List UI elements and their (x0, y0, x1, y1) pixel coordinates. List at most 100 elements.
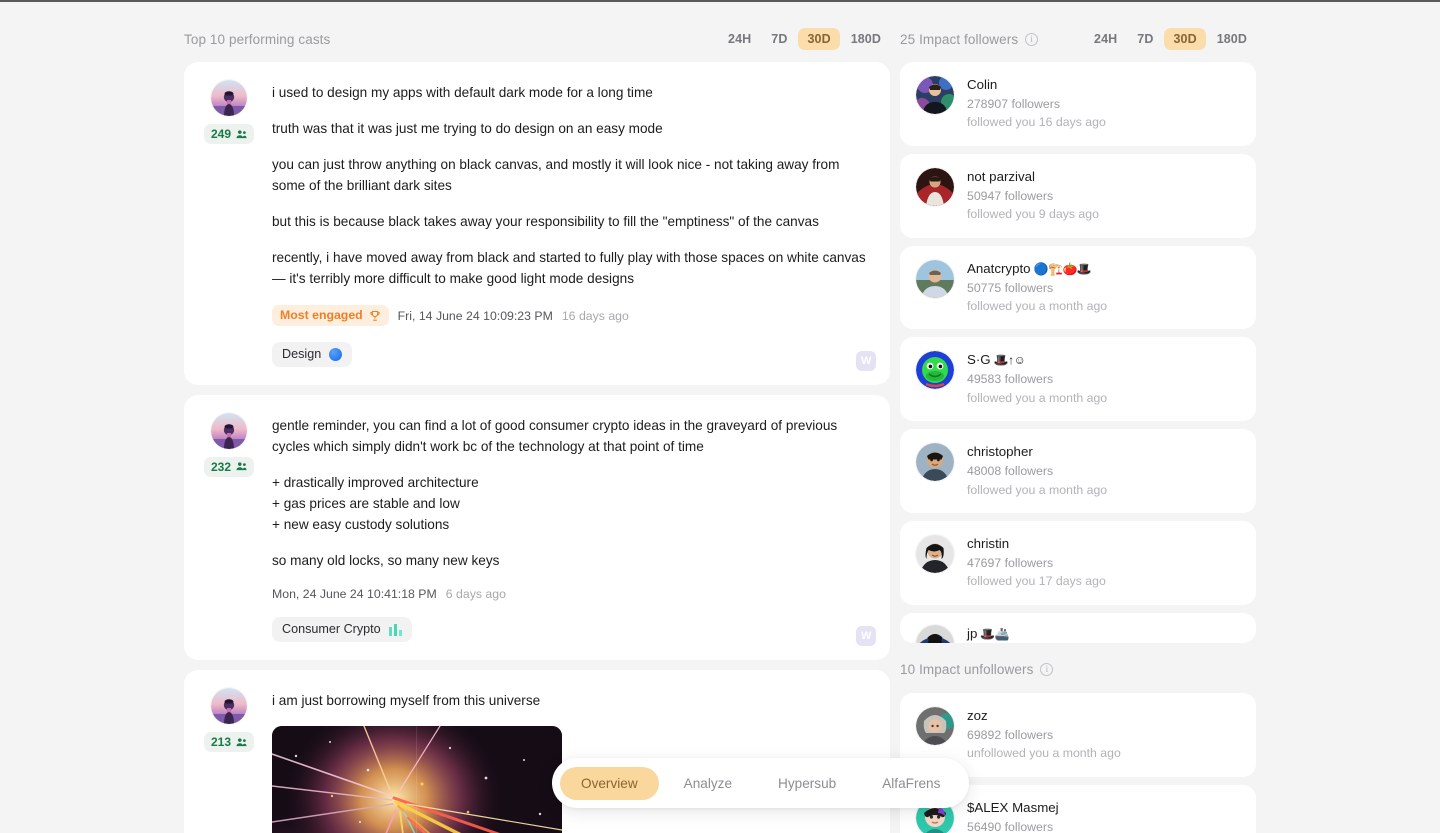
unfollower-info: $ALEX Masmej 56490 followers unfollowed … (967, 799, 1240, 833)
follower-name: christopher (967, 444, 1033, 460)
followers-range-selector[interactable]: 24H 7D 30D 180D (1085, 28, 1256, 50)
avatar-art (211, 412, 247, 449)
follower-info: not parzival 50947 followers followed yo… (967, 168, 1240, 224)
unfollower-name: $ALEX Masmej (967, 799, 1059, 815)
casts-range-180d[interactable]: 180D (842, 28, 890, 50)
warpcast-watermark-icon: W (856, 626, 876, 647)
cast-tag-chip[interactable]: Consumer Crypto (272, 617, 412, 643)
follower-name-emoji: 🎩↑☺ (993, 353, 1026, 368)
cast-meta-row: Most engaged Fri, 14 June 24 10:09:23 PM… (272, 305, 868, 326)
avatar-art (916, 259, 954, 298)
avatar[interactable] (916, 167, 954, 206)
avatar-art (211, 80, 247, 116)
avatar-art (916, 76, 954, 114)
follower-list-item[interactable]: jp 🎩🚢 (900, 612, 1256, 643)
top-casts-header: Top 10 performing casts 24H 7D 30D 180D (184, 26, 890, 52)
followers-range-30d[interactable]: 30D (1164, 28, 1206, 50)
cast-meta-row: Mon, 24 June 24 10:41:18 PM 6 days ago (272, 587, 868, 601)
follower-count: 47697 followers (967, 556, 1054, 570)
avatar[interactable] (916, 706, 954, 745)
followers-range-24h[interactable]: 24H (1085, 28, 1126, 50)
unfollower-count: 69892 followers (967, 727, 1054, 742)
unfollower-when: unfollowed you a month ago (967, 746, 1121, 761)
casts-range-7d[interactable]: 7D (762, 28, 796, 50)
avatar[interactable] (916, 351, 954, 390)
window-top-border (0, 0, 1440, 2)
avatar[interactable] (916, 535, 954, 574)
cast-card[interactable]: 232 gentle reminder, you can find a lot … (184, 394, 890, 661)
follower-name: Colin (967, 77, 998, 92)
cast-date: Fri, 14 June 24 10:09:23 PM (397, 308, 553, 323)
engagement-count-badge: 213 (203, 732, 255, 753)
follower-when: followed you a month ago (967, 299, 1108, 313)
follower-name: Anatcrypto (967, 260, 1031, 276)
cast-content: i used to design my apps with default da… (272, 80, 868, 367)
impact-followers-header: 25 Impact followers i 24H 7D 30D 180D (900, 26, 1256, 52)
followers-range-180d[interactable]: 180D (1208, 28, 1256, 50)
followers-range-7d[interactable]: 7D (1128, 28, 1162, 50)
cast-tag-row: Design (272, 341, 868, 367)
nav-tab-hypersub[interactable]: Hypersub (757, 767, 857, 800)
blue-circle-icon (329, 347, 343, 361)
avatar[interactable] (211, 688, 247, 725)
impact-followers-list[interactable]: Colin 278907 followers followed you 16 d… (900, 62, 1256, 643)
info-icon[interactable]: i (1025, 32, 1039, 46)
cast-tag-chip[interactable]: Design (272, 341, 353, 367)
avatar[interactable] (916, 76, 954, 114)
follower-count: 50947 followers (967, 188, 1054, 203)
follower-when: followed you a month ago (967, 482, 1108, 497)
follower-list-item[interactable]: not parzival 50947 followers followed yo… (900, 153, 1256, 238)
casts-range-24h[interactable]: 24H (719, 28, 760, 50)
cast-relative-time: 6 days ago (445, 587, 506, 602)
follower-list-item[interactable]: christin 47697 followers followed you 17… (900, 521, 1256, 605)
follower-list-item[interactable]: S·G 🎩↑☺ 49583 followers followed you a m… (900, 337, 1256, 422)
cast-tag-row: Consumer Crypto (272, 617, 868, 643)
people-icon (236, 462, 247, 471)
nav-tab-overview[interactable]: Overview (560, 766, 659, 800)
cast-paragraph: gentle reminder, you can find a lot of g… (272, 417, 838, 454)
impact-followers-column: 25 Impact followers i 24H 7D 30D 180D Co… (900, 26, 1256, 833)
avatar-art (916, 706, 954, 745)
cast-paragraph: truth was that it was just me trying to … (272, 121, 663, 137)
avatar[interactable] (916, 259, 954, 298)
avatar[interactable] (916, 624, 954, 643)
cast-card[interactable]: 249 i used to design my apps with defaul… (184, 62, 890, 385)
avatar-art (916, 624, 954, 643)
follower-list-item[interactable]: christopher 48008 followers followed you… (900, 429, 1256, 514)
follower-list-item[interactable]: Anatcrypto 🔵🏗️🍅🎩 50775 followers followe… (900, 245, 1256, 330)
avatar-art (916, 351, 954, 390)
follower-name: jp (967, 625, 978, 641)
engagement-count-value: 249 (210, 127, 232, 141)
bottom-navigation-bar[interactable]: Overview Analyze Hypersub AlfaFrens (552, 758, 970, 808)
avatar[interactable] (211, 80, 247, 116)
follower-info: Anatcrypto 🔵🏗️🍅🎩 50775 followers followe… (967, 260, 1240, 316)
follower-when: followed you 9 days ago (967, 207, 1099, 222)
cast-card[interactable]: 213 i am just borrowing myself from this… (184, 670, 890, 833)
follower-count: 48008 followers (967, 464, 1054, 479)
follower-info: jp 🎩🚢 (967, 625, 1240, 643)
warpcast-watermark-icon: W (856, 350, 876, 371)
cast-paragraph: i am just borrowing myself from this uni… (272, 693, 541, 709)
trophy-icon (370, 310, 380, 321)
cast-date: Mon, 24 June 24 10:41:18 PM (272, 587, 437, 602)
follower-list-item[interactable]: Colin 278907 followers followed you 16 d… (900, 62, 1256, 146)
unfollower-name-row: $ALEX Masmej (967, 799, 1240, 817)
casts-range-30d[interactable]: 30D (798, 28, 840, 50)
impact-followers-title-label: 25 Impact followers (900, 31, 1019, 47)
follower-when: followed you 16 days ago (967, 115, 1106, 130)
most-engaged-label: Most engaged (280, 308, 363, 323)
avatar[interactable] (211, 412, 247, 449)
nav-tab-alfafrens[interactable]: AlfaFrens (861, 767, 961, 800)
avatar[interactable] (916, 443, 954, 482)
follower-name-emoji: 🎩🚢 (980, 626, 1010, 641)
people-icon (236, 129, 247, 138)
nav-tab-analyze[interactable]: Analyze (663, 767, 753, 800)
casts-range-selector[interactable]: 24H 7D 30D 180D (719, 28, 890, 50)
cast-paragraph: you can just throw anything on black can… (272, 157, 840, 194)
cast-embedded-image[interactable] (272, 726, 562, 833)
follower-name-row: christopher (967, 443, 1240, 461)
unfollower-count: 56490 followers (967, 819, 1054, 833)
cast-relative-time: 16 days ago (561, 308, 629, 323)
impact-unfollowers-title-label: 10 Impact unfollowers (900, 662, 1034, 678)
info-icon[interactable]: i (1040, 663, 1054, 677)
